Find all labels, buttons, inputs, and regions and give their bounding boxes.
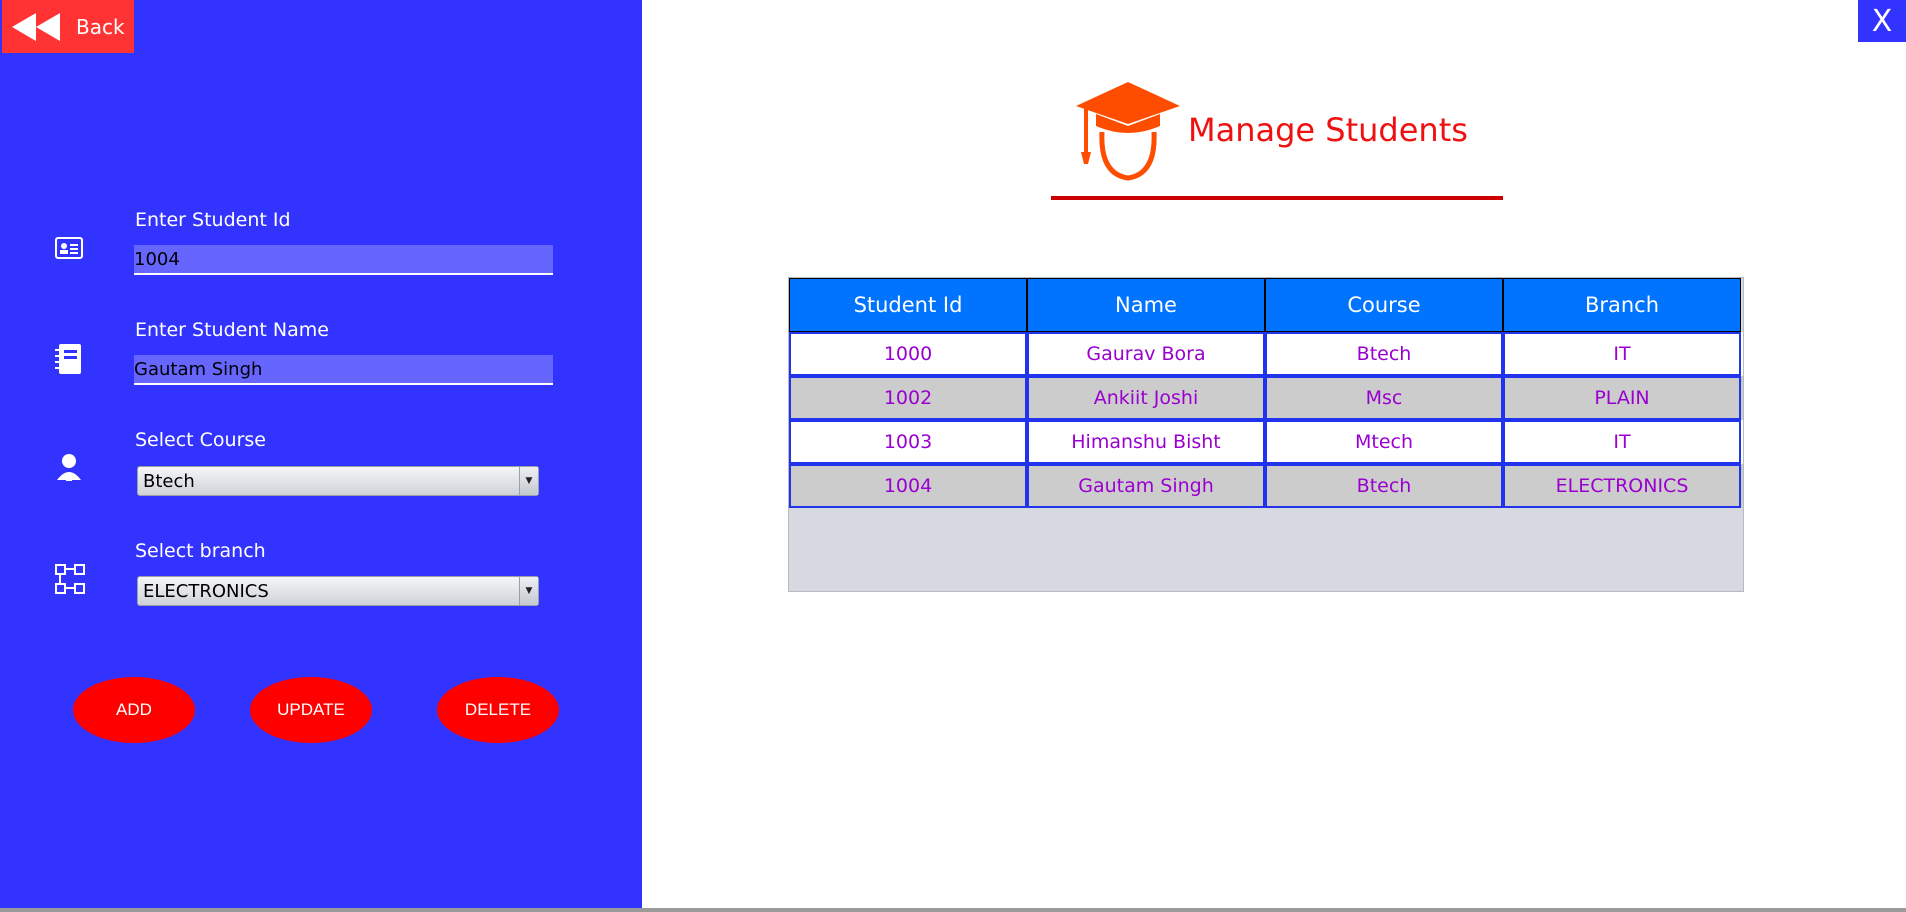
column-header[interactable]: Name bbox=[1027, 278, 1265, 332]
table-cell[interactable]: 1003 bbox=[789, 420, 1027, 464]
table-cell[interactable]: IT bbox=[1503, 420, 1741, 464]
table-row[interactable]: 1002 Ankiit Joshi Msc PLAIN bbox=[789, 376, 1743, 420]
student-name-input[interactable] bbox=[134, 355, 553, 385]
column-header[interactable]: Branch bbox=[1503, 278, 1741, 332]
form-panel: Back Enter Student Id Enter Student Name bbox=[0, 0, 642, 908]
student-name-label: Enter Student Name bbox=[135, 319, 329, 341]
add-button[interactable]: ADD bbox=[73, 677, 195, 743]
branch-selected-value: ELECTRONICS bbox=[143, 580, 269, 602]
course-select[interactable]: Btech ▼ bbox=[137, 466, 539, 496]
table-cell[interactable]: Himanshu Bisht bbox=[1027, 420, 1265, 464]
back-button[interactable]: Back bbox=[2, 0, 134, 53]
table-row[interactable]: 1004 Gautam Singh Btech ELECTRONICS bbox=[789, 464, 1743, 508]
branch-label: Select branch bbox=[135, 540, 266, 562]
update-button[interactable]: UPDATE bbox=[250, 677, 372, 743]
table-row[interactable]: 1000 Gaurav Bora Btech IT bbox=[789, 332, 1743, 376]
table-cell[interactable]: PLAIN bbox=[1503, 376, 1741, 420]
table-cell[interactable]: Btech bbox=[1265, 332, 1503, 376]
title-underline bbox=[1051, 196, 1503, 200]
chevron-down-icon[interactable]: ▼ bbox=[519, 577, 538, 605]
table-row[interactable]: 1003 Himanshu Bisht Mtech IT bbox=[789, 420, 1743, 464]
id-card-icon bbox=[54, 236, 84, 264]
column-header[interactable]: Course bbox=[1265, 278, 1503, 332]
table-header-row: Student Id Name Course Branch bbox=[789, 278, 1743, 332]
table-cell[interactable]: ELECTRONICS bbox=[1503, 464, 1741, 508]
students-table[interactable]: Student Id Name Course Branch 1000 Gaura… bbox=[788, 277, 1744, 592]
delete-button[interactable]: DELETE bbox=[437, 677, 559, 743]
person-icon bbox=[54, 452, 84, 488]
chevron-down-icon[interactable]: ▼ bbox=[519, 467, 538, 495]
table-cell[interactable]: 1004 bbox=[789, 464, 1027, 508]
close-button[interactable]: X bbox=[1858, 0, 1906, 42]
rewind-icon bbox=[12, 12, 60, 41]
table-cell[interactable]: 1002 bbox=[789, 376, 1027, 420]
graduate-icon bbox=[1074, 80, 1182, 186]
back-label: Back bbox=[76, 14, 125, 39]
table-cell[interactable]: Mtech bbox=[1265, 420, 1503, 464]
table-cell[interactable]: Msc bbox=[1265, 376, 1503, 420]
student-id-input[interactable] bbox=[134, 245, 553, 275]
branch-select[interactable]: ELECTRONICS ▼ bbox=[137, 576, 539, 606]
window-bottom-edge bbox=[0, 908, 1906, 912]
table-cell[interactable]: IT bbox=[1503, 332, 1741, 376]
column-header[interactable]: Student Id bbox=[789, 278, 1027, 332]
page-title: Manage Students bbox=[1188, 111, 1468, 149]
table-cell[interactable]: Btech bbox=[1265, 464, 1503, 508]
table-cell[interactable]: Ankiit Joshi bbox=[1027, 376, 1265, 420]
table-cell[interactable]: 1000 bbox=[789, 332, 1027, 376]
course-label: Select Course bbox=[135, 429, 266, 451]
sitemap-icon bbox=[54, 563, 86, 599]
notebook-icon bbox=[54, 342, 84, 380]
table-cell[interactable]: Gautam Singh bbox=[1027, 464, 1265, 508]
table-cell[interactable]: Gaurav Bora bbox=[1027, 332, 1265, 376]
student-id-label: Enter Student Id bbox=[135, 209, 291, 231]
course-selected-value: Btech bbox=[143, 470, 195, 492]
